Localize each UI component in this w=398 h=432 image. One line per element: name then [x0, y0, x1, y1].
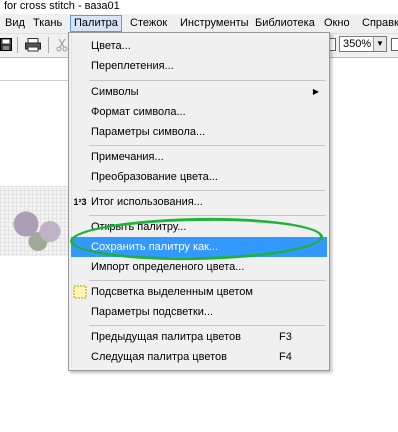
menu-item-label: Символы	[91, 86, 139, 98]
menu-window[interactable]: Окно	[321, 16, 353, 31]
usage-summary-icon: 1²3	[73, 197, 87, 207]
menu-item-shortcut: F3	[279, 331, 292, 343]
menu-stitch[interactable]: Стежок	[127, 16, 170, 31]
menu-item-weaves[interactable]: Переплетения...	[71, 56, 327, 76]
menu-item-usage-summary[interactable]: 1²3 Итог использования...	[71, 192, 327, 212]
menu-fabric[interactable]: Ткань	[30, 16, 65, 31]
menu-separator	[89, 145, 325, 146]
menu-tools[interactable]: Инструменты	[177, 16, 252, 31]
menu-bar: Вид Ткань Палитра Стежок Инструменты Биб…	[0, 14, 398, 34]
menu-item-label: Следущая палитра цветов	[91, 351, 227, 363]
menu-item-label: Параметры символа...	[91, 126, 206, 138]
menu-item-label: Переплетения...	[91, 60, 174, 72]
menu-separator	[89, 325, 325, 326]
submenu-arrow-icon: ▶	[312, 87, 319, 96]
stitch-canvas[interactable]	[0, 186, 70, 256]
menu-item-label: Импорт определеного цвета...	[91, 261, 245, 273]
menu-item-prev-palette[interactable]: Предыдущая палитра цветов F3	[71, 327, 327, 347]
menu-item-shortcut: F4	[279, 351, 292, 363]
menu-item-label: Примечания...	[91, 151, 164, 163]
menu-item-symbol-params[interactable]: Параметры символа...	[71, 122, 327, 142]
menu-item-color-conversion[interactable]: Преобразование цвета...	[71, 167, 327, 187]
document-divider	[0, 80, 70, 81]
menu-separator	[89, 190, 325, 191]
menu-item-label: Параметры подсветки...	[91, 306, 214, 318]
menu-library[interactable]: Библиотека	[252, 16, 318, 31]
print-icon[interactable]	[25, 38, 41, 52]
menu-help[interactable]: Справк	[359, 16, 398, 31]
chevron-down-icon[interactable]: ▼	[373, 37, 386, 51]
menu-item-next-palette[interactable]: Следущая палитра цветов F4	[71, 347, 327, 367]
save-icon[interactable]	[0, 38, 14, 52]
menu-item-symbol-format[interactable]: Формат символа...	[71, 102, 327, 122]
menu-item-colors[interactable]: Цвета...	[71, 36, 327, 56]
menu-view[interactable]: Вид	[2, 16, 28, 31]
menu-item-highlight-params[interactable]: Параметры подсветки...	[71, 302, 327, 322]
highlight-color-icon	[73, 285, 87, 299]
pattern-image	[8, 204, 68, 254]
palette-dropdown-menu: Цвета... Переплетения... Символы ▶ Форма…	[68, 32, 330, 371]
window-title: for cross stitch - ваза01	[4, 0, 120, 12]
menu-item-label: Преобразование цвета...	[91, 171, 218, 183]
title-bar: for cross stitch - ваза01	[0, 0, 398, 14]
menu-palette[interactable]: Палитра	[70, 15, 122, 32]
menu-item-symbols[interactable]: Символы ▶	[71, 82, 327, 102]
menu-item-import-color[interactable]: Импорт определеного цвета...	[71, 257, 327, 277]
menu-item-label: Предыдущая палитра цветов	[91, 331, 241, 343]
zoom-select[interactable]: 350% ▼	[339, 36, 387, 52]
menu-item-notes[interactable]: Примечания...	[71, 147, 327, 167]
menu-item-label: Формат символа...	[91, 106, 186, 118]
menu-separator	[89, 215, 325, 216]
menu-item-label: Подсветка выделенным цветом	[91, 286, 253, 298]
menu-separator	[89, 280, 325, 281]
toolbar-overflow-icon[interactable]	[391, 38, 398, 51]
menu-separator	[89, 80, 325, 81]
toolbar-separator	[48, 37, 49, 53]
zoom-value: 350%	[343, 38, 372, 50]
menu-item-label: Итог использования...	[91, 196, 203, 208]
menu-item-label: Цвета...	[91, 40, 131, 52]
toolbar-separator	[17, 37, 18, 53]
menu-item-highlight-selected-color[interactable]: Подсветка выделенным цветом	[71, 282, 327, 302]
